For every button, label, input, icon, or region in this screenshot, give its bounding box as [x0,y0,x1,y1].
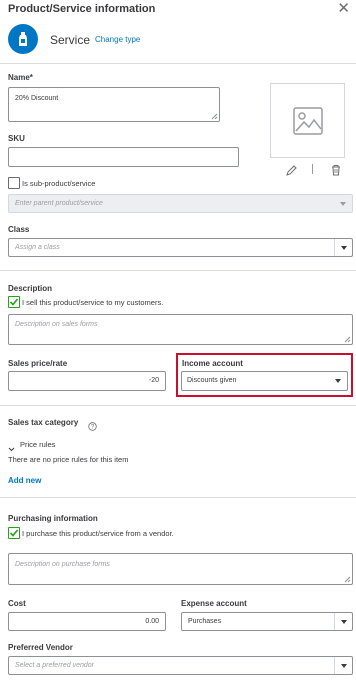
purchasing-label: Purchasing information [8,514,98,523]
sales-price-field[interactable]: -20 [8,371,166,391]
bottle-icon [19,32,27,46]
sales-description-field[interactable]: Description on sales forms [8,314,353,345]
chevron-down-icon [334,195,352,212]
class-placeholder: Assign a class [15,244,60,251]
service-type-icon [8,24,38,54]
description-label: Description [8,284,53,293]
class-select[interactable]: Assign a class [8,238,353,257]
sku-label: SKU [8,134,25,143]
checkmark-icon [9,298,19,306]
image-upload-area[interactable] [270,83,345,158]
parent-product-placeholder: Enter parent product/service [15,200,103,207]
chevron-down-icon [334,613,352,630]
divider [0,63,356,64]
preferred-vendor-label: Preferred Vendor [8,643,73,652]
parent-product-select[interactable]: Enter parent product/service [8,194,353,213]
expense-account-label: Expense account [181,599,247,608]
sku-field[interactable] [8,147,239,167]
change-type-link[interactable]: Change type [95,35,140,44]
service-type-label: Service [50,33,91,47]
resize-handle-icon [344,576,351,583]
chevron-down-icon [334,239,352,256]
expense-account-select[interactable]: Purchases [181,612,353,631]
class-label: Class [8,225,30,234]
image-placeholder-icon [292,106,323,135]
purchase-description-field[interactable]: Description on purchase forms [8,553,353,585]
purchase-description-placeholder: Description on purchase forms [15,561,110,568]
income-account-select[interactable]: Discounts given [181,371,348,391]
name-label: Name* [8,73,33,82]
panel-title: Product/Service information [8,3,156,15]
divider [0,497,356,498]
name-field[interactable]: 20% Discount [8,87,220,122]
purchase-checkbox-label: I purchase this product/service from a v… [22,529,174,538]
chevron-down-icon [329,372,347,390]
sales-price-value: -20 [148,377,159,384]
purchase-checkbox[interactable] [8,527,20,539]
price-rules-label[interactable]: Price rules [20,440,55,449]
cost-value: 0.00 [145,618,159,625]
resize-handle-icon [211,113,218,120]
add-new-link[interactable]: Add new [8,476,41,485]
sub-product-label: Is sub-product/service [22,179,96,188]
sell-checkbox-label: I sell this product/service to my custom… [22,298,164,307]
sell-checkbox[interactable] [8,296,20,308]
close-icon[interactable]: ✕ [337,1,350,17]
price-rules-empty-text: There are no price rules for this item [8,455,129,464]
sales-description-placeholder: Description on sales forms [15,321,98,328]
name-value: 20% Discount [15,95,59,102]
sales-tax-label: Sales tax category [8,418,79,427]
resize-handle-icon [344,336,351,343]
income-account-value: Discounts given [187,377,237,384]
divider [0,270,356,271]
checkmark-icon [9,529,19,537]
icon-separator [312,164,313,174]
divider [0,405,356,406]
sub-product-checkbox[interactable] [8,177,20,189]
sales-price-label: Sales price/rate [8,359,68,368]
cost-field[interactable]: 0.00 [8,612,166,631]
cost-label: Cost [8,599,26,608]
chevron-down-icon [334,657,352,674]
expense-account-value: Purchases [188,618,222,625]
delete-image-icon[interactable] [330,163,342,181]
info-icon[interactable]: ? [88,418,97,436]
income-account-label: Income account [182,359,243,368]
preferred-vendor-select[interactable]: Select a preferred vendor [8,656,353,675]
preferred-vendor-placeholder: Select a preferred vendor [15,662,94,669]
edit-image-icon[interactable] [286,163,298,181]
